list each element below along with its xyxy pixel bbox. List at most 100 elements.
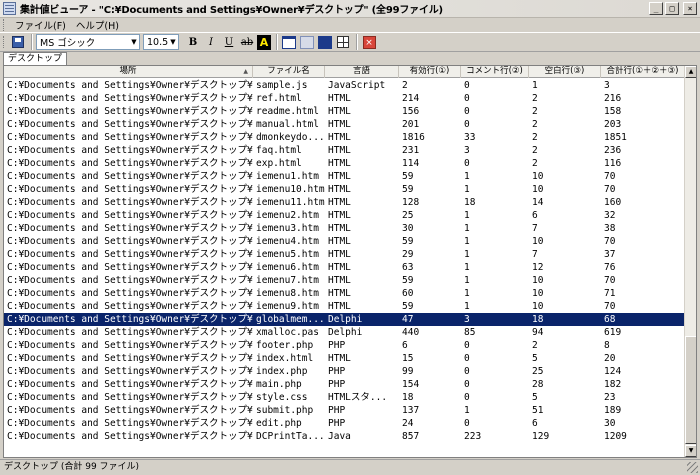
cell-comment-lines: 1 — [464, 405, 470, 416]
maximize-button[interactable]: □ — [665, 2, 679, 15]
table-row[interactable]: C:¥Documents and Settings¥Owner¥デスクトップ¥i… — [4, 118, 685, 131]
cell-language: PHP — [328, 379, 346, 390]
table-row[interactable]: C:¥Documents and Settings¥Owner¥デスクトップ¥i… — [4, 157, 685, 170]
cell-code-lines: 18 — [402, 392, 414, 403]
layout-a-button[interactable] — [281, 34, 297, 50]
cell-comment-lines: 1 — [464, 301, 470, 312]
cell-code-lines: 60 — [402, 288, 414, 299]
column-header-comment-lines[interactable]: コメント行(②) — [461, 66, 529, 78]
column-header-blank-lines[interactable]: 空白行(③) — [529, 66, 601, 78]
cell-filename: iemenu9.htm — [256, 301, 319, 312]
cell-comment-lines: 0 — [464, 353, 470, 364]
column-header-code-lines[interactable]: 有効行(①) — [399, 66, 461, 78]
font-size-select[interactable]: 10.5 ▼ — [143, 34, 179, 50]
scroll-up-button[interactable]: ▲ — [685, 66, 696, 78]
chevron-down-icon[interactable]: ▼ — [168, 38, 178, 46]
font-name-value: MS ゴシック — [40, 38, 96, 49]
menu-help[interactable]: ヘルプ(H) — [71, 18, 124, 32]
chevron-down-icon[interactable]: ▼ — [129, 38, 139, 46]
font-name-select[interactable]: MS ゴシック ▼ — [36, 34, 140, 50]
layout-c-button[interactable] — [317, 34, 333, 50]
menu-file[interactable]: ファイル(F) — [10, 18, 71, 32]
italic-button[interactable]: I — [203, 34, 219, 50]
cell-code-lines: 59 — [402, 236, 414, 247]
cell-blank-lines: 10 — [532, 236, 544, 247]
vertical-scrollbar[interactable]: ▲ ▼ — [684, 66, 696, 457]
cell-blank-lines: 18 — [532, 314, 544, 325]
layout-b-button[interactable] — [299, 34, 315, 50]
cell-code-lines: 440 — [402, 327, 420, 338]
tab-strip: デスクトップ — [0, 52, 700, 65]
strikethrough-button[interactable]: ab — [239, 34, 255, 50]
column-header-language[interactable]: 言語 — [325, 66, 399, 78]
table-row[interactable]: C:¥Documents and Settings¥Owner¥デスクトップ¥i… — [4, 274, 685, 287]
table-row[interactable]: C:¥Documents and Settings¥Owner¥デスクトップ¥i… — [4, 287, 685, 300]
table-row[interactable]: C:¥Documents and Settings¥Owner¥デスクトップ¥i… — [4, 313, 685, 326]
table-row[interactable]: C:¥Documents and Settings¥Owner¥デスクトップ¥.… — [4, 365, 685, 378]
cell-language: HTML — [328, 353, 351, 364]
table-row[interactable]: C:¥Documents and Settings¥Owner¥デスクトップ¥.… — [4, 391, 685, 404]
table-row[interactable]: C:¥Documents and Settings¥Owner¥デスクトップ¥.… — [4, 339, 685, 352]
table-row[interactable]: C:¥Documents and Settings¥Owner¥デスクトップ¥i… — [4, 196, 685, 209]
close-tab-button[interactable]: × — [361, 34, 377, 50]
resize-grip-icon[interactable] — [687, 462, 698, 473]
tab-desktop[interactable]: デスクトップ — [3, 52, 68, 65]
cell-total-lines: 8 — [604, 340, 610, 351]
window-title: 集計値ビューア - "C:¥Documents and Settings¥Own… — [20, 5, 443, 16]
cell-location: C:¥Documents and Settings¥Owner¥デスクトップ¥i… — [7, 262, 253, 273]
cell-comment-lines: 1 — [464, 210, 470, 221]
cell-total-lines: 1209 — [604, 431, 627, 442]
table-row[interactable]: C:¥Documents and Settings¥Owner¥デスクトップ¥.… — [4, 378, 685, 391]
minimize-button[interactable]: _ — [649, 2, 663, 15]
cell-total-lines: 1851 — [604, 132, 627, 143]
close-window-button[interactable]: × — [683, 2, 697, 15]
underline-button[interactable]: U — [221, 34, 237, 50]
grid-button[interactable] — [335, 34, 351, 50]
scroll-down-button[interactable]: ▼ — [685, 445, 696, 457]
table-row[interactable]: C:¥Documents and Settings¥Owner¥デスクトップ¥i… — [4, 92, 685, 105]
results-grid[interactable]: 場所 ▲ ファイル名 言語 有効行(①) コメント行(②) 空白行(③) 合計行(… — [3, 65, 697, 458]
cell-language: HTML — [328, 132, 351, 143]
table-row[interactable]: C:¥Documents and Settings¥Owner¥デスクトップ¥.… — [4, 404, 685, 417]
cell-blank-lines: 2 — [532, 132, 538, 143]
toolbar-separator — [31, 34, 33, 50]
column-header-total-lines[interactable]: 合計行(①＋②＋③) — [601, 66, 685, 78]
table-row[interactable]: C:¥Documents and Settings¥Owner¥デスクトップ¥i… — [4, 248, 685, 261]
highlight-button[interactable]: A — [257, 34, 271, 50]
table-row[interactable]: C:¥Documents and Settings¥Owner¥デスクトップ¥i… — [4, 209, 685, 222]
table-row[interactable]: C:¥Documents and Settings¥Owner¥デスクトップ¥.… — [4, 417, 685, 430]
table-row[interactable]: C:¥Documents and Settings¥Owner¥デスクトップ¥i… — [4, 144, 685, 157]
table-row[interactable]: C:¥Documents and Settings¥Owner¥デスクトップ¥i… — [4, 79, 685, 92]
table-row[interactable]: C:¥Documents and Settings¥Owner¥デスクトップ¥i… — [4, 105, 685, 118]
cell-filename: iemenu7.htm — [256, 275, 319, 286]
table-row[interactable]: C:¥Documents and Settings¥Owner¥デスクトップ¥i… — [4, 235, 685, 248]
table-row[interactable]: C:¥Documents and Settings¥Owner¥デスクトップ¥i… — [4, 170, 685, 183]
cell-code-lines: 1816 — [402, 132, 425, 143]
cell-filename: iemenu11.htm — [256, 197, 325, 208]
cell-code-lines: 114 — [402, 158, 420, 169]
table-row[interactable]: C:¥Documents and Settings¥Owner¥デスクトップ¥i… — [4, 183, 685, 196]
table-row[interactable]: C:¥Documents and Settings¥Owner¥デスクトップ¥.… — [4, 352, 685, 365]
table-row[interactable]: C:¥Documents and Settings¥Owner¥デスクトップ¥一… — [4, 430, 685, 443]
cell-location: C:¥Documents and Settings¥Owner¥デスクトップ¥.… — [7, 392, 253, 403]
table-row[interactable]: C:¥Documents and Settings¥Owner¥デスクトップ¥i… — [4, 222, 685, 235]
cell-code-lines: 30 — [402, 223, 414, 234]
table-row[interactable]: C:¥Documents and Settings¥Owner¥デスクトップ¥i… — [4, 261, 685, 274]
sort-ascending-icon: ▲ — [243, 68, 248, 75]
cell-total-lines: 30 — [604, 418, 616, 429]
cell-code-lines: 137 — [402, 405, 420, 416]
cell-code-lines: 24 — [402, 418, 414, 429]
save-button[interactable] — [10, 34, 26, 50]
cell-comment-lines: 18 — [464, 197, 476, 208]
table-row[interactable]: C:¥Documents and Settings¥Owner¥デスクトップ¥i… — [4, 131, 685, 144]
bold-button[interactable]: B — [185, 34, 201, 50]
cell-code-lines: 15 — [402, 353, 414, 364]
column-header-location[interactable]: 場所 ▲ — [4, 66, 253, 78]
table-row[interactable]: C:¥Documents and Settings¥Owner¥デスクトップ¥i… — [4, 326, 685, 339]
cell-filename: exp.html — [256, 158, 302, 169]
scrollbar-thumb[interactable] — [685, 336, 696, 444]
cell-code-lines: 2 — [402, 80, 408, 91]
table-row[interactable]: C:¥Documents and Settings¥Owner¥デスクトップ¥i… — [4, 300, 685, 313]
status-bar: デスクトップ (合計 99 ファイル) — [0, 459, 700, 475]
column-header-filename[interactable]: ファイル名 — [253, 66, 325, 78]
